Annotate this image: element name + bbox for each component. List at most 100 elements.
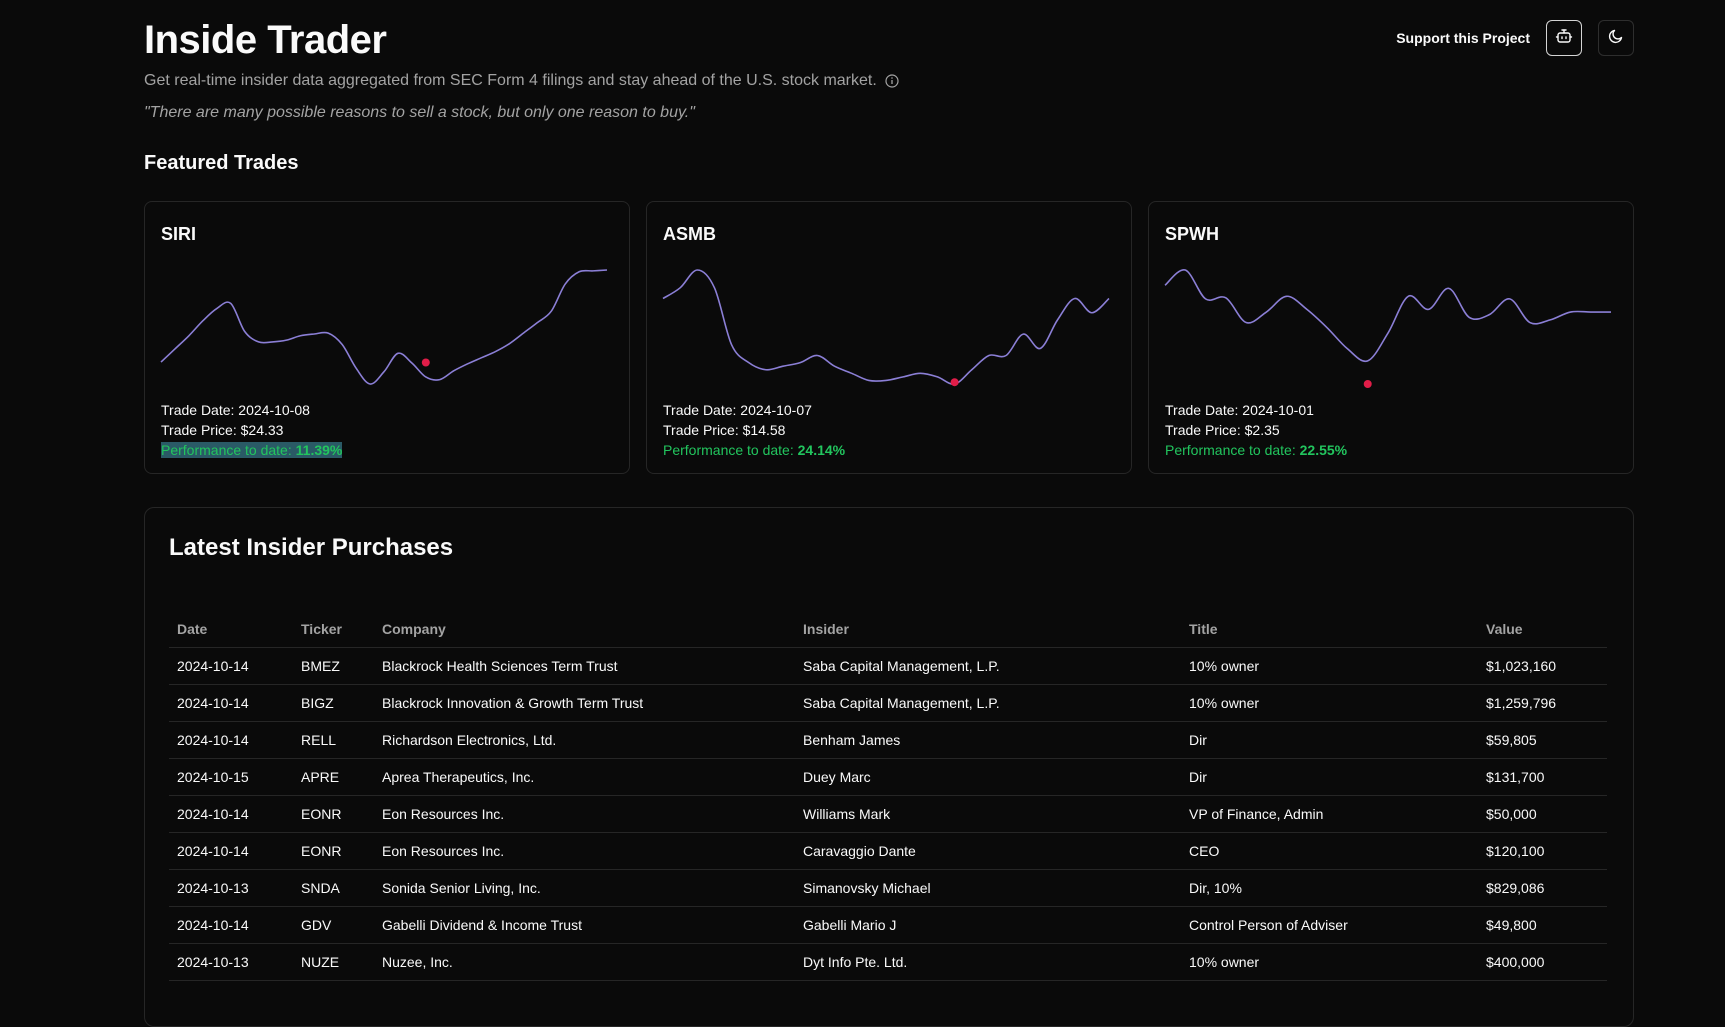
column-header[interactable]: Insider: [795, 611, 1181, 648]
cell-title: Dir: [1181, 758, 1478, 796]
trade-card[interactable]: ASMB Trade Date: 2024-10-07 Trade Price:…: [646, 201, 1132, 474]
performance-label: Performance to date:: [663, 442, 798, 458]
cell-company: Blackrock Innovation & Growth Term Trust: [374, 684, 795, 722]
cell-title: Dir, 10%: [1181, 869, 1478, 907]
trade-details: Trade Date: 2024-10-01 Trade Price: $2.3…: [1165, 400, 1347, 460]
page-title: Inside Trader: [144, 18, 387, 62]
trade-date: Trade Date: 2024-10-08: [161, 402, 310, 418]
cell-title: CEO: [1181, 832, 1478, 870]
cell-value: $49,800: [1478, 906, 1607, 944]
table-row[interactable]: 2024-10-15 APRE Aprea Therapeutics, Inc. Du…: [169, 758, 1607, 796]
cell-insider: Caravaggio Dante: [795, 832, 1181, 870]
cell-value: $1,259,796: [1478, 684, 1607, 722]
cell-insider: Saba Capital Management, L.P.: [795, 647, 1181, 685]
performance-label: Performance to date:: [161, 442, 296, 458]
trade-card[interactable]: SIRI Trade Date: 2024-10-08 Trade Price:…: [144, 201, 630, 474]
bot-icon: [1555, 27, 1573, 50]
column-header[interactable]: Title: [1181, 611, 1478, 648]
price-line: [662, 269, 1110, 385]
price-sparkline: [1164, 269, 1611, 388]
performance: Performance to date: 22.55%: [1165, 440, 1347, 460]
performance: Performance to date: 11.39%: [161, 440, 343, 460]
cell-company: Gabelli Dividend & Income Trust: [374, 906, 795, 944]
trade-details: Trade Date: 2024-10-07 Trade Price: $14.…: [663, 400, 845, 460]
card-ticker: SPWH: [1165, 224, 1219, 244]
cell-date: 2024-10-14: [169, 721, 293, 759]
trade-date: Trade Date: 2024-10-01: [1165, 402, 1314, 418]
latest-purchases-panel: Latest Insider Purchases Date Ticker Com…: [144, 507, 1634, 1027]
trade-price: Trade Price: $24.33: [161, 422, 284, 438]
performance-label: Performance to date:: [1165, 442, 1300, 458]
table-row[interactable]: 2024-10-14 RELL Richardson Electronics, Lt…: [169, 721, 1607, 759]
cell-date: 2024-10-14: [169, 647, 293, 685]
column-header[interactable]: Ticker: [293, 611, 374, 648]
cell-date: 2024-10-14: [169, 906, 293, 944]
table-row[interactable]: 2024-10-14 BIGZ Blackrock Innovation & Gro…: [169, 684, 1607, 722]
cell-title: 10% owner: [1181, 647, 1478, 685]
cell-ticker: APRE: [293, 758, 374, 796]
table-row[interactable]: 2024-10-14 EONR Eon Resources Inc. Caravagg…: [169, 832, 1607, 870]
trade-price: Trade Price: $2.35: [1165, 422, 1280, 438]
trade-marker: [1363, 380, 1372, 388]
latest-purchases-title: Latest Insider Purchases: [169, 534, 454, 561]
support-project-link[interactable]: Support this Project: [1396, 30, 1530, 46]
price-sparkline: [662, 269, 1110, 387]
performance-value: 11.39%: [295, 442, 343, 458]
table-row[interactable]: 2024-10-14 EONR Eon Resources Inc. Williams…: [169, 795, 1607, 833]
cell-value: $400,000: [1478, 943, 1607, 981]
cell-value: $50,000: [1478, 795, 1607, 833]
cell-value: $59,805: [1478, 721, 1607, 759]
moon-icon: [1607, 27, 1625, 50]
theme-toggle-button[interactable]: [1598, 20, 1634, 56]
cell-date: 2024-10-15: [169, 758, 293, 796]
cell-insider: Dyt Info Pte. Ltd.: [795, 943, 1181, 981]
table-row[interactable]: 2024-10-13 SNDA Sonida Senior Living, Inc.…: [169, 869, 1607, 907]
bot-button[interactable]: [1546, 20, 1582, 56]
cell-insider: Duey Marc: [795, 758, 1181, 796]
cell-title: Dir: [1181, 721, 1478, 759]
cell-date: 2024-10-14: [169, 684, 293, 722]
trade-card[interactable]: SPWH Trade Date: 2024-10-01 Trade Price:…: [1148, 201, 1634, 474]
featured-trades: SIRI Trade Date: 2024-10-08 Trade Price:…: [144, 201, 1634, 474]
cell-ticker: NUZE: [293, 943, 374, 981]
cell-company: Blackrock Health Sciences Term Trust: [374, 647, 795, 685]
cell-insider: Simanovsky Michael: [795, 869, 1181, 907]
price-line: [1164, 269, 1611, 363]
column-header[interactable]: Date: [169, 611, 293, 648]
cell-value: $829,086: [1478, 869, 1607, 907]
cell-ticker: RELL: [293, 721, 374, 759]
cell-ticker: BMEZ: [293, 647, 374, 685]
trade-date: Trade Date: 2024-10-07: [663, 402, 812, 418]
cell-ticker: EONR: [293, 832, 374, 870]
cell-ticker: EONR: [293, 795, 374, 833]
table-row[interactable]: 2024-10-14 GDV Gabelli Dividend & Income T…: [169, 906, 1607, 944]
cell-title: VP of Finance, Admin: [1181, 795, 1478, 833]
performance-value: 24.14%: [797, 442, 846, 458]
cell-company: Eon Resources Inc.: [374, 832, 795, 870]
trade-price: Trade Price: $14.58: [663, 422, 786, 438]
cell-value: $1,023,160: [1478, 647, 1607, 685]
cell-ticker: GDV: [293, 906, 374, 944]
performance-value: 22.55%: [1299, 442, 1348, 458]
cell-insider: Gabelli Mario J: [795, 906, 1181, 944]
cell-insider: Benham James: [795, 721, 1181, 759]
column-header[interactable]: Company: [374, 611, 795, 648]
cell-company: Richardson Electronics, Ltd.: [374, 721, 795, 759]
info-circle-icon[interactable]: [885, 74, 899, 88]
cell-value: $120,100: [1478, 832, 1607, 870]
price-sparkline: [160, 269, 608, 385]
cell-title: 10% owner: [1181, 684, 1478, 722]
cell-insider: Williams Mark: [795, 795, 1181, 833]
cell-ticker: BIGZ: [293, 684, 374, 722]
purchases-table: Date Ticker Company Insider Title Value …: [169, 611, 1607, 981]
cell-company: Aprea Therapeutics, Inc.: [374, 758, 795, 796]
table-row[interactable]: 2024-10-13 NUZE Nuzee, Inc. Dyt Info Pte. L…: [169, 943, 1607, 981]
table-header-row: Date Ticker Company Insider Title Value: [169, 611, 1607, 648]
cell-company: Nuzee, Inc.: [374, 943, 795, 981]
cell-date: 2024-10-13: [169, 943, 293, 981]
cell-title: 10% owner: [1181, 943, 1478, 981]
column-header[interactable]: Value: [1478, 611, 1607, 648]
cell-date: 2024-10-13: [169, 869, 293, 907]
table-row[interactable]: 2024-10-14 BMEZ Blackrock Health Sciences …: [169, 647, 1607, 685]
tagline-quote: "There are many possible reasons to sell…: [144, 104, 695, 121]
